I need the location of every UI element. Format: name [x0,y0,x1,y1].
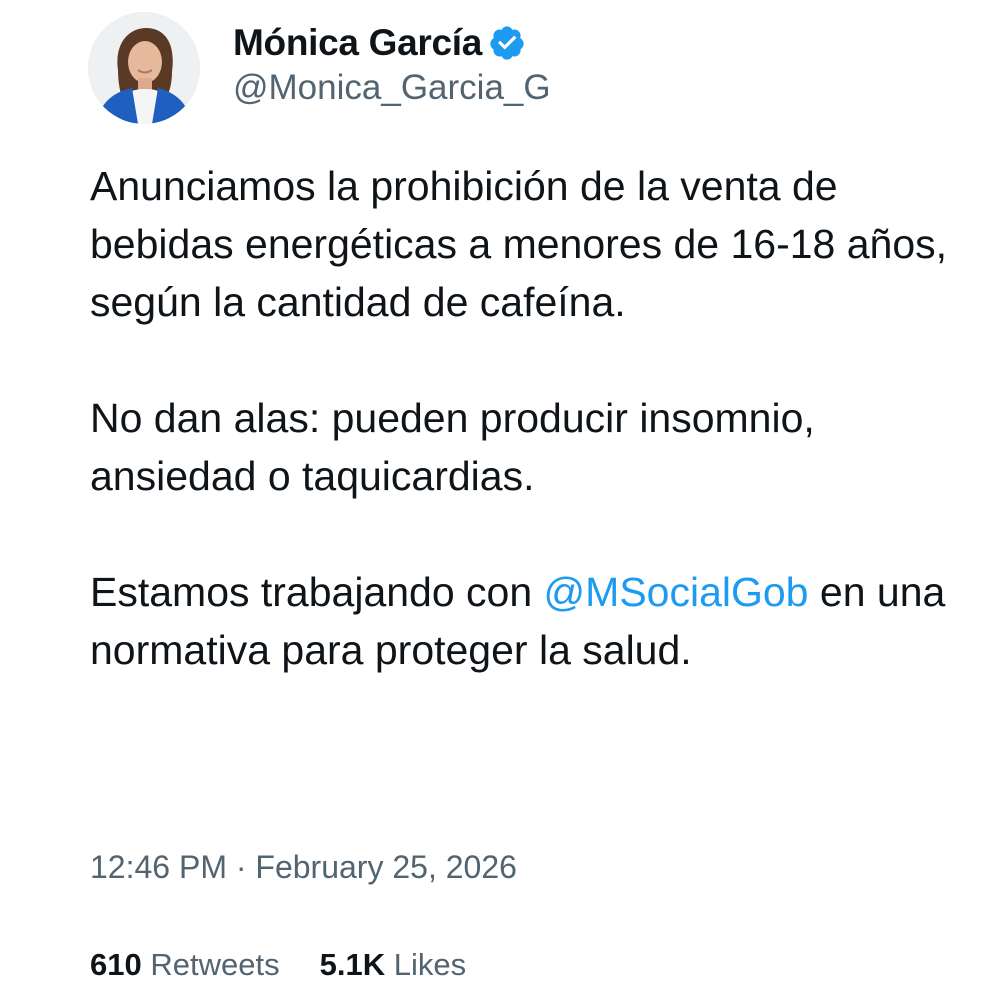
likes-count: 5.1K [319,947,386,982]
engagement-stats: 610 Retweets 5.1K Likes [90,947,506,983]
tweet-timestamp: 12:46 PM · February 25, 2026 [90,849,517,886]
tweet-date[interactable]: February 25, 2026 [255,849,517,885]
tweet-paragraph-3: Estamos trabajando con @MSocialGob en un… [90,563,950,679]
paragraph-text: No dan alas: pueden producir insomnio, a… [90,395,815,499]
paragraph-text: Estamos trabajando con [90,569,544,615]
tweet-card: Mónica García @Monica_Garcia_G Anunciamo… [0,0,1000,1000]
display-name[interactable]: Mónica García [233,22,482,64]
likes-label: Likes [393,947,467,982]
author-name-row: Mónica García [233,18,526,68]
likes-stat[interactable]: 5.1K Likes [320,947,466,983]
retweets-count: 610 [90,947,142,982]
author-handle[interactable]: @Monica_Garcia_G [233,68,551,108]
verified-badge-icon [490,26,524,60]
tweet-time[interactable]: 12:46 PM [90,849,227,885]
retweets-stat[interactable]: 610 Retweets [90,947,280,983]
profile-photo-icon [88,12,200,124]
tweet-text: Anunciamos la prohibición de la venta de… [90,157,950,679]
paragraph-text: Anunciamos la prohibición de la venta de… [90,163,948,325]
tweet-paragraph-1: Anunciamos la prohibición de la venta de… [90,157,950,331]
timestamp-separator: · [235,849,247,885]
retweets-label: Retweets [150,947,280,982]
avatar[interactable] [88,12,200,124]
mention-link[interactable]: @MSocialGob [544,569,809,615]
tweet-paragraph-2: No dan alas: pueden producir insomnio, a… [90,389,950,505]
